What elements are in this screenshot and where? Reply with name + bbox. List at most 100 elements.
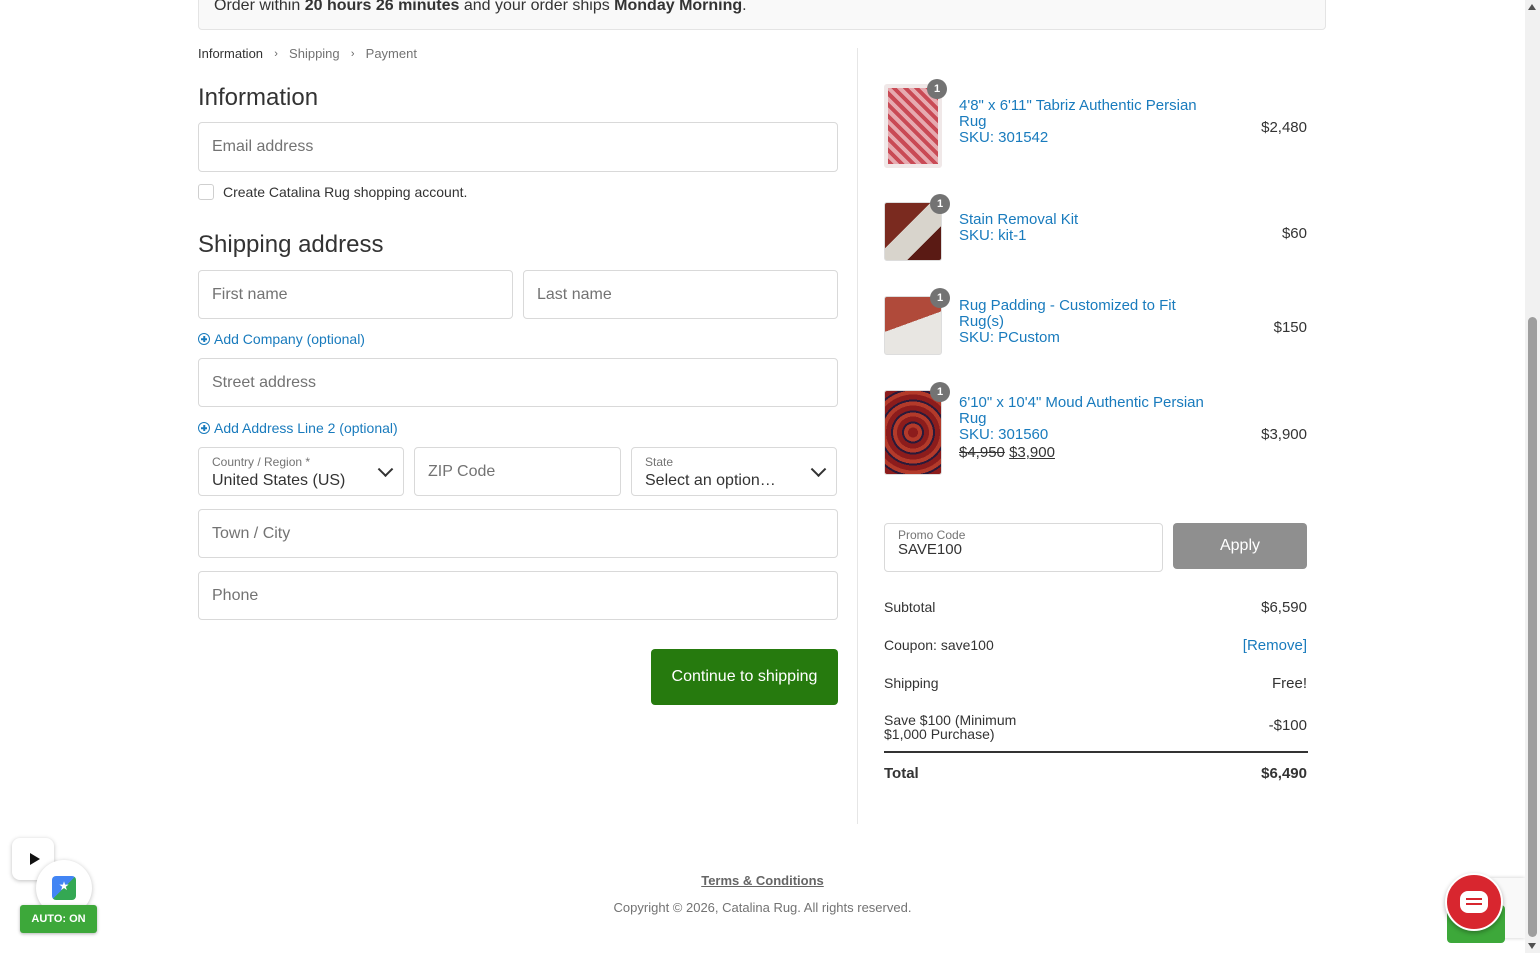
discount-value: -$100	[1268, 717, 1307, 734]
apply-promo-button[interactable]: Apply	[1173, 523, 1307, 569]
product-old-price: $4,950	[959, 444, 1005, 461]
product-sku: SKU: 301560	[959, 426, 1049, 443]
product-name-line2: Rug	[959, 113, 987, 130]
chevron-right-icon: ›	[274, 47, 278, 60]
last-name-input[interactable]	[537, 285, 837, 304]
state-select[interactable]: State Select an option…	[631, 447, 837, 496]
total-row: Total $6,490	[884, 765, 1307, 782]
continue-to-shipping-button[interactable]: Continue to shipping	[651, 649, 838, 705]
breadcrumb-information[interactable]: Information	[198, 46, 263, 61]
cart-item: 1 Stain Removal Kit SKU: kit-1 $60	[884, 194, 1307, 262]
phone-input[interactable]	[212, 586, 837, 605]
scroll-up-arrow-icon[interactable]	[1528, 4, 1536, 10]
product-link[interactable]: 6'10" x 10'4" Moud Authentic Persian Rug…	[959, 395, 1239, 461]
chat-icon	[1460, 891, 1488, 913]
product-name-line1: 4'8" x 6'11" Tabriz Authentic Persian	[959, 97, 1197, 114]
breadcrumb-payment[interactable]: Payment	[366, 46, 417, 61]
product-thumbnail[interactable]: 1	[884, 382, 950, 475]
product-link[interactable]: Rug Padding - Customized to Fit Rug(s) S…	[959, 298, 1239, 346]
email-field[interactable]	[198, 122, 838, 172]
product-name-line1: Rug Padding - Customized to Fit	[959, 297, 1176, 314]
chevron-down-icon	[377, 460, 394, 477]
product-name-line1: Stain Removal Kit	[959, 211, 1079, 228]
chevron-down-icon	[810, 460, 827, 477]
chevron-right-icon: ›	[350, 47, 355, 60]
quantity-badge: 1	[930, 382, 950, 402]
shipping-address-heading: Shipping address	[198, 231, 384, 258]
plus-circle-icon	[198, 333, 210, 345]
subtotal-label: Subtotal	[884, 599, 936, 615]
product-price: $3,900	[1261, 426, 1307, 443]
promo-code-value[interactable]: SAVE100	[898, 542, 1162, 558]
breadcrumb-shipping[interactable]: Shipping	[289, 46, 340, 61]
country-select[interactable]: Country / Region * United States (US)	[198, 447, 404, 496]
street-address-input[interactable]	[212, 373, 837, 392]
country-label: Country / Region *	[212, 454, 311, 469]
total-divider	[884, 751, 1308, 753]
add-address-line2-label: Add Address Line 2 (optional)	[214, 420, 398, 436]
zip-code-input[interactable]	[428, 462, 620, 481]
product-sale-price: $3,900	[1009, 444, 1055, 461]
discount-label: Save $100 (Minimum $1,000 Purchase)	[884, 713, 1016, 741]
scrollbar-thumb[interactable]	[1528, 317, 1537, 937]
product-sku: SKU: PCustom	[959, 329, 1060, 346]
country-value: United States (US)	[212, 471, 346, 489]
street-address-field[interactable]	[198, 358, 838, 407]
product-thumbnail[interactable]: 1	[884, 288, 950, 355]
phone-field[interactable]	[198, 571, 838, 620]
discount-row: Save $100 (Minimum $1,000 Purchase) -$10…	[884, 713, 1307, 741]
notice-ship-day: Monday Morning	[614, 0, 743, 14]
discount-label-line2: $1,000 Purchase)	[884, 726, 995, 742]
create-account-checkbox[interactable]	[198, 184, 214, 200]
state-value: Select an option…	[645, 471, 776, 489]
product-price: $150	[1273, 319, 1307, 336]
product-link[interactable]: 4'8" x 6'11" Tabriz Authentic Persian Ru…	[959, 98, 1239, 146]
first-name-field[interactable]	[198, 270, 513, 319]
shipping-row: Shipping Free!	[884, 675, 1307, 692]
cart-item: 1 Rug Padding - Customized to Fit Rug(s)…	[884, 288, 1307, 356]
shipping-value: Free!	[1271, 675, 1307, 692]
notice-time: 20 hours 26 minutes	[304, 0, 460, 14]
city-input[interactable]	[212, 524, 837, 543]
total-value: $6,490	[1261, 765, 1307, 782]
coupon-row: Coupon: save100 [Remove]	[884, 637, 1307, 654]
first-name-input[interactable]	[212, 285, 512, 304]
terms-link[interactable]: Terms & Conditions	[0, 873, 1525, 888]
remove-coupon-link[interactable]: [Remove]	[1243, 637, 1307, 654]
zip-code-field[interactable]	[414, 447, 621, 496]
product-name-line1: 6'10" x 10'4" Moud Authentic Persian	[959, 394, 1204, 411]
product-sku: SKU: kit-1	[959, 227, 1027, 244]
product-thumbnail[interactable]: 1	[884, 194, 950, 261]
product-thumbnail[interactable]: 1	[884, 79, 947, 168]
scroll-down-arrow-icon[interactable]	[1528, 943, 1536, 949]
product-link[interactable]: Stain Removal Kit SKU: kit-1	[959, 212, 1239, 244]
promo-code-field[interactable]: Promo Code SAVE100	[884, 523, 1163, 572]
city-field[interactable]	[198, 509, 838, 558]
column-divider	[857, 48, 858, 824]
auto-status-badge[interactable]: AUTO: ON	[20, 905, 97, 933]
shipping-label: Shipping	[884, 675, 939, 691]
coupon-label: Coupon: save100	[884, 637, 994, 653]
state-label: State	[645, 454, 674, 469]
page-scrollbar[interactable]	[1525, 0, 1540, 953]
add-address-line2-link[interactable]: Add Address Line 2 (optional)	[198, 420, 398, 436]
product-sku: SKU: 301542	[959, 129, 1049, 146]
product-price: $60	[1281, 225, 1307, 242]
cart-item: 1 4'8" x 6'11" Tabriz Authentic Persian …	[884, 79, 1307, 168]
chat-button[interactable]	[1445, 873, 1503, 931]
quantity-badge: 1	[927, 79, 947, 99]
subtotal-value: $6,590	[1261, 599, 1307, 616]
shipping-deadline-notice: Order within 20 hours 26 minutes and you…	[198, 0, 1326, 30]
total-label: Total	[884, 765, 919, 782]
create-account-option[interactable]: Create Catalina Rug shopping account.	[198, 184, 467, 200]
quantity-badge: 1	[930, 194, 950, 214]
play-icon	[29, 853, 40, 865]
subtotal-row: Subtotal $6,590	[884, 599, 1307, 616]
product-price: $2,480	[1261, 119, 1307, 136]
add-company-link[interactable]: Add Company (optional)	[198, 331, 365, 347]
last-name-field[interactable]	[523, 270, 838, 319]
plus-circle-icon	[198, 422, 210, 434]
information-heading: Information	[198, 84, 319, 111]
email-input[interactable]	[212, 138, 837, 156]
create-account-label: Create Catalina Rug shopping account.	[223, 184, 468, 200]
